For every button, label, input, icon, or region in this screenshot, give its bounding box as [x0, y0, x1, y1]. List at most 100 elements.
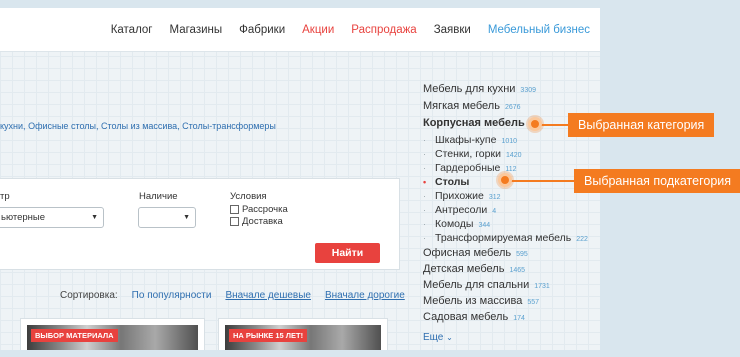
- delivery-checkbox[interactable]: Доставка: [230, 216, 283, 227]
- bullet-icon: ·: [423, 191, 426, 201]
- category-label: Офисная мебель: [423, 247, 512, 259]
- selected-subcategory-callout: Выбранная подкатегория: [574, 169, 740, 193]
- category-label: Мебель для кухни: [423, 83, 516, 95]
- related-link-solid-wood-tables[interactable]: Столы из массива: [101, 121, 177, 131]
- card-badge: ВЫБОР МАТЕРИАЛА: [31, 329, 118, 342]
- category-cabinet-furniture[interactable]: Корпусная мебель: [423, 117, 525, 129]
- subcategory-tables[interactable]: • Столы: [423, 176, 469, 188]
- subcategory-mezzanines[interactable]: · Антресоли 4: [423, 204, 496, 216]
- category-garden[interactable]: Садовая мебель 174: [423, 311, 525, 323]
- bullet-icon: ·: [423, 233, 426, 243]
- subcategory-count: 1420: [505, 152, 522, 159]
- subcategory-wardrobes-coupe[interactable]: · Шкафы-купе 1010: [423, 134, 517, 146]
- category-label: Мебель для спальни: [423, 279, 530, 291]
- filter-type-label: тр: [0, 191, 10, 202]
- related-link-kitchen[interactable]: кухни: [0, 121, 23, 131]
- subcategory-count: 4: [492, 208, 497, 215]
- filter-panel: тр ьютерные ▼ Наличие ▼ Условия Рассрочк…: [0, 178, 400, 270]
- subcategory-walls-cabinets[interactable]: · Стенки, горки 1420: [423, 148, 522, 160]
- category-soft-furniture[interactable]: Мягкая мебель 2676: [423, 100, 521, 112]
- more-label: Еще: [423, 332, 444, 343]
- main-nav: Каталог Магазины Фабрики Акции Распродаж…: [111, 24, 590, 36]
- subcategory-label: Столы: [435, 176, 470, 188]
- card-badge: НА РЫНКЕ 15 ЛЕТ!: [229, 329, 308, 342]
- subcategory-label: Стенки, горки: [435, 148, 501, 160]
- installment-label: Рассрочка: [242, 204, 288, 215]
- subcategory-transformable[interactable]: · Трансформируемая мебель 222: [423, 232, 588, 244]
- bullet-icon: ·: [423, 149, 426, 159]
- checkbox-box[interactable]: [230, 217, 239, 226]
- subcategory-count: 1010: [501, 138, 518, 145]
- sort-cheap-first[interactable]: Вначале дешевые: [225, 290, 311, 301]
- category-label: Садовая мебель: [423, 311, 509, 323]
- subcategory-label: Трансформируемая мебель: [435, 232, 572, 244]
- nav-promotions[interactable]: Акции: [302, 24, 334, 36]
- find-button[interactable]: Найти: [315, 243, 380, 263]
- more-categories-link[interactable]: Еще ⌄: [423, 332, 453, 343]
- category-count: 3309: [520, 87, 536, 94]
- bullet-icon: ·: [423, 163, 426, 173]
- product-card[interactable]: НА РЫНКЕ 15 ЛЕТ!: [218, 318, 388, 350]
- sort-expensive-first[interactable]: Вначале дорогие: [325, 290, 405, 301]
- top-navigation-bar: Каталог Магазины Фабрики Акции Распродаж…: [0, 8, 600, 52]
- installment-checkbox[interactable]: Рассрочка: [230, 204, 288, 215]
- sort-label: Сортировка:: [60, 290, 118, 301]
- category-kids[interactable]: Детская мебель 1465: [423, 263, 525, 275]
- filter-type-select[interactable]: ьютерные ▼: [0, 207, 104, 228]
- chevron-down-icon: ⌄: [446, 333, 453, 342]
- filter-availability-select[interactable]: ▼: [138, 207, 196, 228]
- sort-popular[interactable]: По популярности: [132, 290, 212, 301]
- category-label: Мебель из массива: [423, 295, 523, 307]
- subcategory-marker-icon: [498, 173, 512, 187]
- nav-factories[interactable]: Фабрики: [239, 24, 285, 36]
- category-solid-wood[interactable]: Мебель из массива 557: [423, 295, 539, 307]
- nav-stores[interactable]: Магазины: [170, 24, 223, 36]
- subcategory-label: Шкафы-купе: [435, 134, 497, 146]
- category-office[interactable]: Офисная мебель 595: [423, 247, 528, 259]
- bullet-icon: ·: [423, 219, 426, 229]
- subcategory-label: Комоды: [435, 218, 474, 230]
- category-count: 1731: [534, 283, 550, 290]
- delivery-label: Доставка: [242, 216, 283, 227]
- nav-catalog[interactable]: Каталог: [111, 24, 153, 36]
- sort-bar: Сортировка: По популярности Вначале деше…: [60, 290, 405, 301]
- related-link-office-tables[interactable]: Офисные столы: [28, 121, 96, 131]
- category-kitchen[interactable]: Мебель для кухни 3309: [423, 83, 536, 95]
- subcategory-count: 222: [576, 236, 588, 243]
- checkbox-box[interactable]: [230, 205, 239, 214]
- category-count: 174: [513, 315, 525, 322]
- subcategory-label: Гардеробные: [435, 162, 501, 174]
- nav-furniture-business[interactable]: Мебельный бизнес: [488, 24, 590, 36]
- subcategory-label: Антресоли: [435, 204, 488, 216]
- callout-connector-line: [540, 124, 570, 126]
- filter-conditions-label: Условия: [230, 191, 267, 202]
- chevron-down-icon: ▼: [183, 214, 190, 221]
- bullet-icon: •: [423, 177, 427, 187]
- related-link-transformer-tables[interactable]: Столы-трансформеры: [182, 121, 276, 131]
- nav-sale[interactable]: Распродажа: [351, 24, 416, 36]
- filter-type-value: ьютерные: [1, 212, 46, 223]
- bullet-icon: ·: [423, 135, 426, 145]
- subcategory-label: Прихожие: [435, 190, 484, 202]
- category-marker-icon: [528, 117, 542, 131]
- callout-connector-line: [510, 180, 576, 182]
- product-card[interactable]: ВЫБОР МАТЕРИАЛА: [20, 318, 205, 350]
- filter-availability-label: Наличие: [139, 191, 178, 202]
- category-count: 557: [527, 299, 540, 306]
- nav-requests[interactable]: Заявки: [434, 24, 471, 36]
- bullet-icon: ·: [423, 205, 426, 215]
- subcategory-hallways[interactable]: · Прихожие 312: [423, 190, 501, 202]
- subcategory-count: 344: [478, 222, 491, 229]
- category-label: Детская мебель: [423, 263, 505, 275]
- subcategory-count: 312: [488, 194, 501, 201]
- subcategory-count: 112: [505, 166, 517, 173]
- related-links: кухни, Офисные столы, Столы из массива, …: [0, 121, 276, 131]
- category-bedroom[interactable]: Мебель для спальни 1731: [423, 279, 550, 291]
- category-label: Корпусная мебель: [423, 117, 525, 129]
- category-count: 595: [516, 251, 528, 258]
- category-label: Мягкая мебель: [423, 100, 500, 112]
- subcategory-chests[interactable]: · Комоды 344: [423, 218, 490, 230]
- category-count: 2676: [504, 104, 521, 111]
- category-count: 1465: [509, 267, 526, 274]
- selected-category-callout: Выбранная категория: [568, 113, 715, 137]
